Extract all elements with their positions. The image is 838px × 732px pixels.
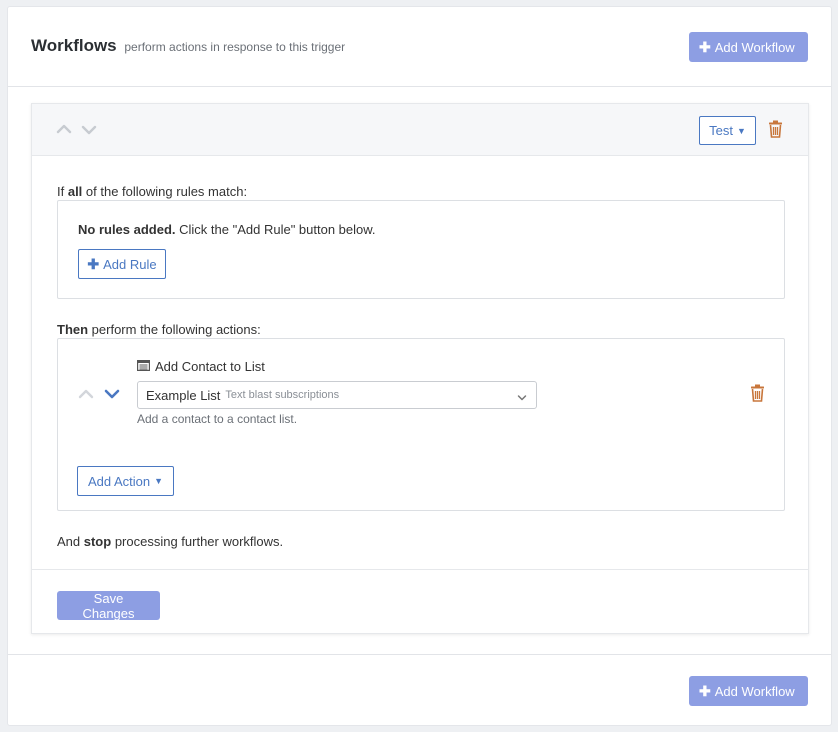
add-workflow-button-bottom[interactable]: ✚ Add Workflow xyxy=(689,676,808,706)
action-move-down-icon[interactable] xyxy=(104,389,120,399)
move-up-icon[interactable] xyxy=(56,124,72,134)
save-changes-button[interactable]: Save Changes xyxy=(57,590,160,621)
caret-down-icon: ▼ xyxy=(736,125,746,136)
plus-icon: ✚ xyxy=(87,255,100,272)
list-icon xyxy=(137,359,151,374)
actions-heading: Then perform the following actions: xyxy=(57,322,261,337)
test-label: Test xyxy=(709,123,733,138)
add-rule-label: Add Rule xyxy=(103,256,157,272)
workflow-card: Test ▼ If all of the following rules mat… xyxy=(31,103,809,634)
contact-list-select[interactable]: Example List Text blast subscriptions xyxy=(137,381,537,409)
action-title-text: Add Contact to List xyxy=(155,359,265,374)
add-workflow-label: Add Workflow xyxy=(714,39,795,55)
plus-icon: ✚ xyxy=(699,38,711,55)
select-detail: Text blast subscriptions xyxy=(225,389,340,401)
action-move-up-icon[interactable] xyxy=(78,389,94,399)
panel-footer-divider xyxy=(8,654,831,655)
no-rules-message: No rules added. Click the "Add Rule" but… xyxy=(78,222,376,237)
add-action-button[interactable]: Add Action ▼ xyxy=(77,466,174,496)
page-subtitle: perform actions in response to this trig… xyxy=(124,40,346,54)
rules-quantifier: all xyxy=(67,184,83,199)
select-value: Example List xyxy=(146,387,221,403)
card-toolbar: Test ▼ xyxy=(32,104,808,156)
rules-prefix: If xyxy=(57,184,68,199)
actions-prefix: Then xyxy=(57,322,89,337)
caret-down-icon: ▼ xyxy=(154,476,164,486)
card-footer-divider xyxy=(32,569,808,570)
add-rule-button[interactable]: ✚ Add Rule xyxy=(78,249,166,279)
add-action-label: Add Action xyxy=(87,473,151,489)
workflows-panel: Workflows perform actions in response to… xyxy=(7,6,832,726)
move-down-icon[interactable] xyxy=(81,125,97,135)
no-rules-text: Click the "Add Rule" button below. xyxy=(175,222,376,237)
plus-icon: ✚ xyxy=(699,682,711,699)
action-help-text: Add a contact to a contact list. xyxy=(137,412,298,426)
action-title: Add Contact to List xyxy=(137,359,265,374)
panel-header: Workflows perform actions in response to… xyxy=(8,7,831,87)
page-title: Workflows perform actions in response to… xyxy=(31,36,345,56)
rules-box: No rules added. Click the "Add Rule" but… xyxy=(57,200,785,299)
rules-heading: If all of the following rules match: xyxy=(57,184,247,199)
no-rules-bold: No rules added. xyxy=(78,222,176,237)
delete-action-trash-icon[interactable] xyxy=(750,384,765,405)
actions-box: Add Contact to List Example List Text bl… xyxy=(57,338,785,511)
actions-suffix: perform the following actions: xyxy=(88,322,261,337)
add-workflow-button-top[interactable]: ✚ Add Workflow xyxy=(689,32,808,62)
rules-suffix: of the following rules match: xyxy=(82,184,248,199)
stop-prefix: And xyxy=(57,534,84,549)
save-label: Save Changes xyxy=(82,590,135,621)
title-text: Workflows xyxy=(31,36,117,55)
stop-bold: stop xyxy=(83,534,112,549)
stop-processing-text: And stop processing further workflows. xyxy=(57,534,283,549)
chevron-down-icon xyxy=(517,390,527,405)
stop-suffix: processing further workflows. xyxy=(111,534,284,549)
test-dropdown-button[interactable]: Test ▼ xyxy=(699,116,756,145)
delete-workflow-trash-icon[interactable] xyxy=(768,120,783,141)
add-workflow-label: Add Workflow xyxy=(714,683,795,699)
